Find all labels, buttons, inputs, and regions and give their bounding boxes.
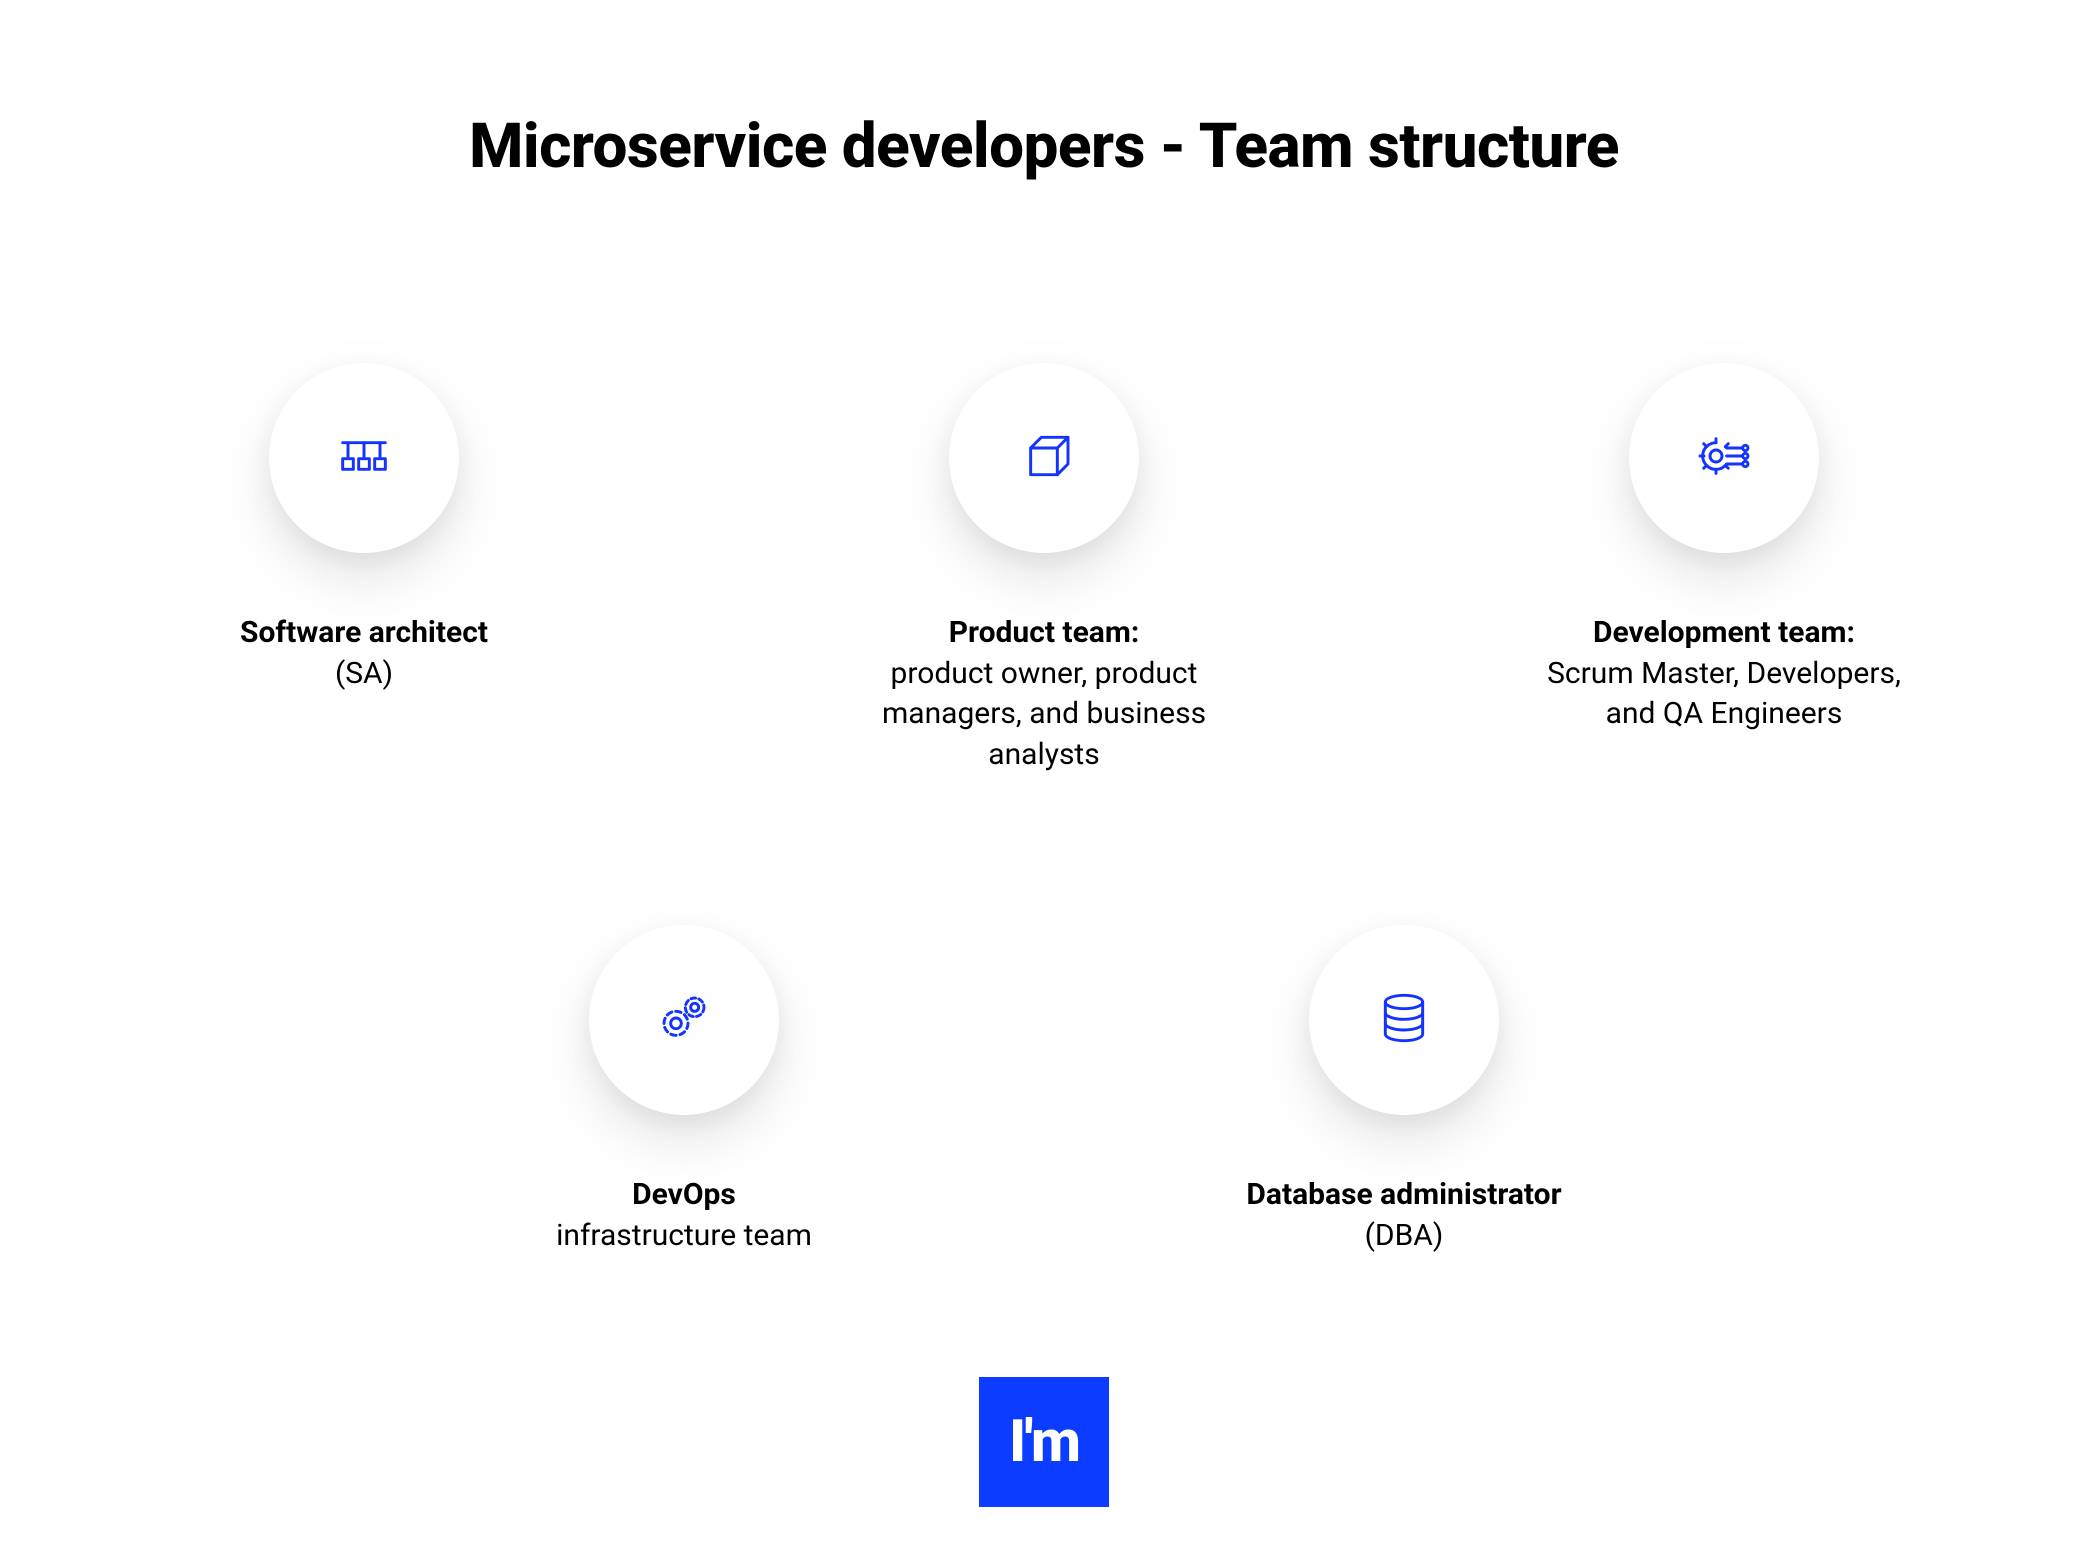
row-bottom: DevOps infrastructure team Database a (0, 925, 2088, 1256)
row-top: Software architect (SA) Product team: pr… (0, 363, 2088, 775)
bubble-software-architect (269, 363, 459, 553)
card-software-architect: Software architect (SA) (164, 363, 564, 775)
bubble-product-team (949, 363, 1139, 553)
card-subtitle: (DBA) (1365, 1216, 1444, 1257)
card-subtitle: Scrum Master, Developers, and QA Enginee… (1524, 654, 1924, 735)
card-title: Software architect (240, 613, 488, 654)
gear-circuit-icon (1692, 424, 1756, 492)
card-development-team: Development team: Scrum Master, Develope… (1524, 363, 1924, 775)
gears-icon (652, 986, 716, 1054)
card-title: Development team: (1593, 613, 1855, 654)
card-title: DevOps (632, 1175, 736, 1216)
database-icon (1372, 986, 1436, 1054)
card-devops: DevOps infrastructure team (484, 925, 884, 1256)
brand-text: I'm (1009, 1408, 1079, 1476)
card-title: Database administrator (1246, 1175, 1561, 1216)
bubble-devops (589, 925, 779, 1115)
bubble-dba (1309, 925, 1499, 1115)
page-title: Microservice developers - Team structure (0, 110, 2088, 183)
cube-icon (1012, 424, 1076, 492)
brand-badge: I'm (979, 1377, 1109, 1507)
network-icon (332, 424, 396, 492)
card-title: Product team: (949, 613, 1140, 654)
card-dba: Database administrator (DBA) (1204, 925, 1604, 1256)
card-subtitle: (SA) (335, 654, 393, 695)
card-subtitle: infrastructure team (556, 1216, 812, 1257)
diagram-page: Microservice developers - Team structure (0, 0, 2088, 1567)
card-subtitle: product owner, product managers, and bus… (844, 654, 1244, 776)
card-product-team: Product team: product owner, product man… (844, 363, 1244, 775)
bubble-development-team (1629, 363, 1819, 553)
